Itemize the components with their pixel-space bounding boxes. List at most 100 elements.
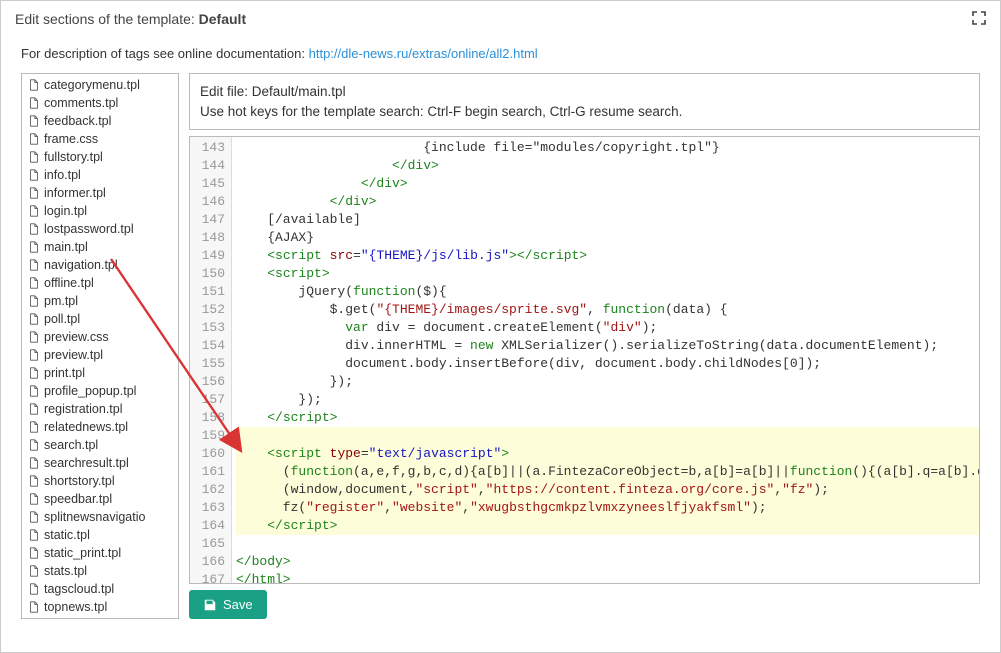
code-line[interactable]: </body> <box>236 553 979 571</box>
file-item[interactable]: poll.tpl <box>22 310 178 328</box>
file-item-label: pm.tpl <box>44 292 78 310</box>
code-line[interactable]: </script> <box>236 517 979 535</box>
file-item[interactable]: offline.tpl <box>22 274 178 292</box>
file-item[interactable]: userinfo.tpl <box>22 616 178 618</box>
code-line[interactable]: (window,document,"script","https://conte… <box>236 481 979 499</box>
code-line[interactable]: {include file="modules/copyright.tpl"} <box>236 139 979 157</box>
code-line[interactable]: <script> <box>236 265 979 283</box>
file-item[interactable]: fullstory.tpl <box>22 148 178 166</box>
line-number: 151 <box>196 283 225 301</box>
file-item-label: offline.tpl <box>44 274 94 292</box>
file-item-label: shortstory.tpl <box>44 472 115 490</box>
file-item[interactable]: tagscloud.tpl <box>22 580 178 598</box>
file-item-label: poll.tpl <box>44 310 80 328</box>
file-item[interactable]: informer.tpl <box>22 184 178 202</box>
file-item[interactable]: profile_popup.tpl <box>22 382 178 400</box>
file-item[interactable]: search.tpl <box>22 436 178 454</box>
panel-header: Edit sections of the template: Default <box>1 1 1000 38</box>
line-number: 147 <box>196 211 225 229</box>
code-line[interactable]: fz("register","website","xwugbsthgcmkpzl… <box>236 499 979 517</box>
line-number: 146 <box>196 193 225 211</box>
file-item[interactable]: static_print.tpl <box>22 544 178 562</box>
line-number: 158 <box>196 409 225 427</box>
file-item[interactable]: relatednews.tpl <box>22 418 178 436</box>
line-number: 166 <box>196 553 225 571</box>
file-item[interactable]: main.tpl <box>22 238 178 256</box>
save-button-label: Save <box>223 597 253 612</box>
code-line[interactable]: jQuery(function($){ <box>236 283 979 301</box>
code-line[interactable]: }); <box>236 391 979 409</box>
line-number: 152 <box>196 301 225 319</box>
code-line[interactable]: div.innerHTML = new XMLSerializer().seri… <box>236 337 979 355</box>
code-line[interactable]: <script src="{THEME}/js/lib.js"></script… <box>236 247 979 265</box>
file-item-label: searchresult.tpl <box>44 454 129 472</box>
file-item[interactable]: feedback.tpl <box>22 112 178 130</box>
file-item[interactable]: static.tpl <box>22 526 178 544</box>
code-line[interactable]: [/available] <box>236 211 979 229</box>
code-line[interactable]: <script type="text/javascript"> <box>236 445 979 463</box>
line-number: 162 <box>196 481 225 499</box>
line-gutter: 1431441451461471481491501511521531541551… <box>190 137 232 583</box>
line-number: 161 <box>196 463 225 481</box>
line-number: 153 <box>196 319 225 337</box>
code-line[interactable] <box>236 427 979 445</box>
code-line[interactable]: </div> <box>236 193 979 211</box>
code-line[interactable]: </html> <box>236 571 979 583</box>
code-line[interactable]: }); <box>236 373 979 391</box>
save-button[interactable]: Save <box>189 590 267 619</box>
file-item[interactable]: topnews.tpl <box>22 598 178 616</box>
code-line[interactable]: var div = document.createElement("div"); <box>236 319 979 337</box>
file-tree[interactable]: categorymenu.tplcomments.tplfeedback.tpl… <box>22 74 178 618</box>
line-number: 156 <box>196 373 225 391</box>
file-item-label: comments.tpl <box>44 94 118 112</box>
file-item[interactable]: searchresult.tpl <box>22 454 178 472</box>
file-item[interactable]: comments.tpl <box>22 94 178 112</box>
code-editor[interactable]: 1431441451461471481491501511521531541551… <box>189 136 980 584</box>
expand-icon[interactable] <box>972 11 986 28</box>
editor-column: Edit file: Default/main.tpl Use hot keys… <box>189 73 980 619</box>
file-item[interactable]: navigation.tpl <box>22 256 178 274</box>
file-item[interactable]: speedbar.tpl <box>22 490 178 508</box>
file-item[interactable]: pm.tpl <box>22 292 178 310</box>
file-item-label: tagscloud.tpl <box>44 580 114 598</box>
code-line[interactable]: {AJAX} <box>236 229 979 247</box>
file-item[interactable]: preview.css <box>22 328 178 346</box>
file-item[interactable]: registration.tpl <box>22 400 178 418</box>
file-item[interactable]: preview.tpl <box>22 346 178 364</box>
code-scroll[interactable]: 1431441451461471481491501511521531541551… <box>190 137 979 583</box>
code-line[interactable]: </script> <box>236 409 979 427</box>
title-prefix: Edit sections of the template: <box>15 11 199 27</box>
file-item[interactable]: frame.css <box>22 130 178 148</box>
file-item[interactable]: lostpassword.tpl <box>22 220 178 238</box>
file-item-label: login.tpl <box>44 202 87 220</box>
file-item[interactable]: stats.tpl <box>22 562 178 580</box>
code-line[interactable]: </div> <box>236 175 979 193</box>
file-item-label: preview.tpl <box>44 346 103 364</box>
panel-title: Edit sections of the template: Default <box>15 11 246 27</box>
file-item[interactable]: login.tpl <box>22 202 178 220</box>
line-number: 159 <box>196 427 225 445</box>
code-line[interactable]: (function(a,e,f,g,b,c,d){a[b]||(a.Fintez… <box>236 463 979 481</box>
code-line[interactable] <box>236 535 979 553</box>
file-item[interactable]: info.tpl <box>22 166 178 184</box>
file-item-label: topnews.tpl <box>44 598 107 616</box>
file-item-label: stats.tpl <box>44 562 87 580</box>
file-item-label: main.tpl <box>44 238 88 256</box>
line-number: 149 <box>196 247 225 265</box>
file-item[interactable]: categorymenu.tpl <box>22 76 178 94</box>
hotkeys-hint: Use hot keys for the template search: Ct… <box>200 102 969 122</box>
file-item-label: relatednews.tpl <box>44 418 128 436</box>
file-item[interactable]: shortstory.tpl <box>22 472 178 490</box>
code-content[interactable]: {include file="modules/copyright.tpl"} <… <box>232 137 979 583</box>
template-editor-panel: Edit sections of the template: Default F… <box>0 0 1001 653</box>
code-line[interactable]: </div> <box>236 157 979 175</box>
code-line[interactable]: document.body.insertBefore(div, document… <box>236 355 979 373</box>
documentation-link[interactable]: http://dle-news.ru/extras/online/all2.ht… <box>309 46 538 61</box>
file-item-label: informer.tpl <box>44 184 106 202</box>
file-item[interactable]: splitnewsnavigatio <box>22 508 178 526</box>
file-item-label: splitnewsnavigatio <box>44 508 145 526</box>
file-item[interactable]: print.tpl <box>22 364 178 382</box>
title-template-name: Default <box>199 11 246 27</box>
code-line[interactable]: $.get("{THEME}/images/sprite.svg", funct… <box>236 301 979 319</box>
file-item-label: categorymenu.tpl <box>44 76 140 94</box>
